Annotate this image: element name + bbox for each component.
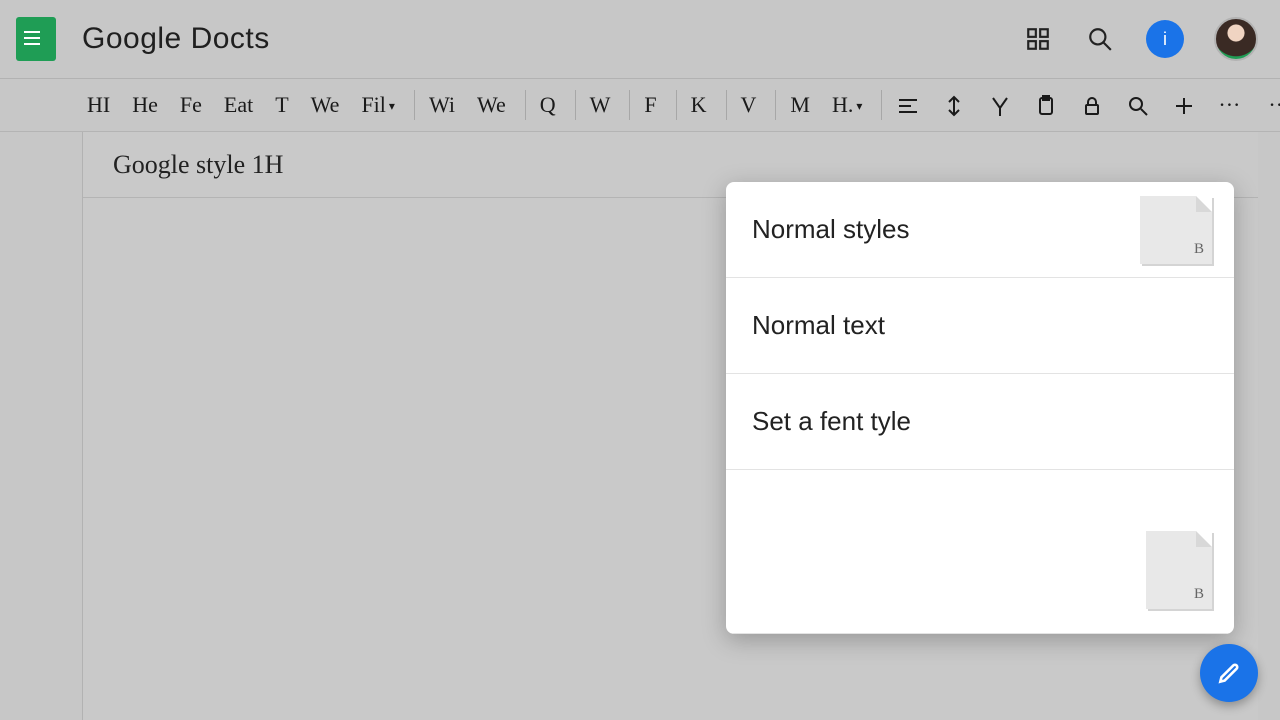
more-icon[interactable]: ··· bbox=[1265, 90, 1280, 120]
style-option-label: Normal text bbox=[752, 310, 885, 341]
lock-icon[interactable] bbox=[1077, 90, 1107, 121]
app-header: Google Docts i bbox=[0, 0, 1280, 78]
toolbar-item[interactable]: We bbox=[308, 90, 343, 120]
style-thumbnail-icon bbox=[1140, 196, 1212, 264]
apps-icon[interactable] bbox=[1022, 23, 1054, 55]
toolbar-item[interactable]: Eat bbox=[221, 90, 256, 120]
style-option-normal-text[interactable]: Normal text bbox=[726, 278, 1234, 374]
style-thumbnail-icon bbox=[1146, 531, 1212, 609]
add-icon[interactable] bbox=[1169, 90, 1199, 121]
style-option-empty[interactable] bbox=[726, 470, 1234, 634]
toolbar-item[interactable]: We bbox=[474, 90, 509, 120]
style-option-label: Set a fent tyle bbox=[752, 406, 911, 437]
account-avatar[interactable] bbox=[1214, 17, 1258, 61]
letter-y-icon[interactable] bbox=[985, 90, 1015, 121]
toolbar-item[interactable]: K bbox=[676, 90, 710, 120]
style-option-set-font[interactable]: Set a fent tyle bbox=[726, 374, 1234, 470]
app-title: Google Docts bbox=[82, 22, 270, 56]
toolbar-item[interactable]: Wi bbox=[414, 90, 458, 120]
search-icon[interactable] bbox=[1084, 23, 1116, 55]
info-glyph: i bbox=[1163, 29, 1167, 50]
toolbar-item[interactable]: M bbox=[775, 90, 813, 120]
toolbar-item[interactable]: Fil▾ bbox=[358, 90, 398, 120]
toolbar-item[interactable]: HI bbox=[84, 90, 113, 120]
toolbar-item[interactable]: He bbox=[129, 90, 161, 120]
toolbar-item[interactable]: Fe bbox=[177, 90, 205, 120]
toolbar-item[interactable]: F bbox=[629, 90, 659, 120]
toolbar-item[interactable]: Q bbox=[525, 90, 559, 120]
toolbar-item[interactable]: T bbox=[272, 90, 291, 120]
align-icon[interactable] bbox=[881, 90, 923, 121]
styles-popup: Normal styles Normal text Set a fent tyl… bbox=[726, 182, 1234, 634]
more-icon[interactable]: ··· bbox=[1215, 90, 1243, 120]
toolbar-item[interactable]: V bbox=[726, 90, 760, 120]
info-button[interactable]: i bbox=[1146, 20, 1184, 58]
toolbar-item[interactable]: H.▾ bbox=[829, 90, 865, 120]
pencil-icon bbox=[1216, 660, 1242, 686]
style-option-label: Normal styles bbox=[752, 214, 909, 245]
clipboard-icon[interactable] bbox=[1031, 90, 1061, 121]
style-option-normal-styles[interactable]: Normal styles bbox=[726, 182, 1234, 278]
toolbar-item[interactable]: W bbox=[575, 90, 614, 120]
search-tool-icon[interactable] bbox=[1123, 90, 1153, 121]
app-logo-icon[interactable] bbox=[16, 17, 56, 61]
toolbar-overflow: ··· ··· 0 bbox=[1215, 90, 1280, 120]
document-heading: Google style 1H bbox=[113, 150, 283, 180]
chevron-down-icon: ▾ bbox=[389, 99, 395, 113]
format-toolbar: HI He Fe Eat T We Fil▾ Wi We Q W F K V M… bbox=[0, 78, 1280, 132]
chevron-down-icon: ▾ bbox=[856, 99, 862, 113]
header-actions: i bbox=[1022, 17, 1258, 61]
edit-fab[interactable] bbox=[1200, 644, 1258, 702]
spacing-icon[interactable] bbox=[939, 90, 969, 121]
